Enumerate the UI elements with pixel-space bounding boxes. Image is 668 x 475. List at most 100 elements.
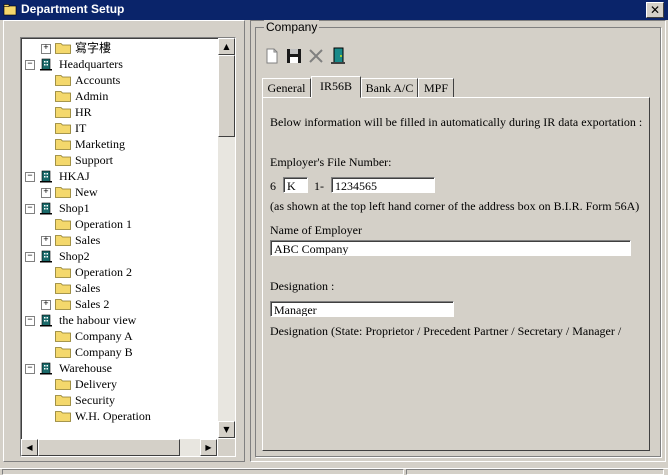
tree-item[interactable]: + New <box>21 184 217 200</box>
window-title: Department Setup <box>21 2 125 16</box>
tree-item[interactable]: + 寫字樓 <box>21 40 217 56</box>
designation-label: Designation : <box>270 279 335 293</box>
tree-item-label: Marketing <box>75 137 125 151</box>
folder-icon <box>55 299 71 310</box>
tree-item-label: Operation 2 <box>75 265 132 279</box>
tree-item[interactable]: Operation 2 <box>21 264 217 280</box>
tab-bank-ac[interactable]: Bank A/C <box>361 78 418 98</box>
tree-item-label: HKAJ <box>59 169 90 183</box>
tree-item[interactable]: − the habour view <box>21 312 217 328</box>
tree-item-label: Security <box>75 393 115 407</box>
scroll-down-button[interactable]: ▼ <box>218 421 235 438</box>
tree-item[interactable]: Sales <box>21 280 217 296</box>
expand-icon[interactable]: + <box>41 300 51 310</box>
status-segment-right <box>406 469 664 475</box>
save-icon[interactable] <box>284 46 304 66</box>
tree-item[interactable]: IT <box>21 120 217 136</box>
ir56b-page: Below information will be filled in auto… <box>262 97 650 451</box>
tree-item[interactable]: Admin <box>21 88 217 104</box>
scroll-up-button[interactable]: ▲ <box>218 38 235 55</box>
tree-item[interactable]: Security <box>21 392 217 408</box>
tree-item-label: Sales 2 <box>75 297 110 311</box>
expand-icon[interactable]: + <box>41 236 51 246</box>
tree-item[interactable]: Operation 1 <box>21 216 217 232</box>
folder-icon <box>55 411 71 422</box>
tree-item[interactable]: − Warehouse <box>21 360 217 376</box>
tree-item-label: Company A <box>75 329 133 343</box>
tab-ir56b[interactable]: IR56B <box>311 76 361 98</box>
building-icon <box>40 250 52 263</box>
tree-item[interactable]: Accounts <box>21 72 217 88</box>
tree-item[interactable]: Delivery <box>21 376 217 392</box>
tree-item-label: W.H. Operation <box>75 409 151 423</box>
folder-icon <box>55 379 71 390</box>
tree-item-label: Company B <box>75 345 133 359</box>
employer-name-label: Name of Employer <box>270 223 362 237</box>
company-panel: Company General IR56B Bank A/C MPF Below… <box>250 20 666 462</box>
expand-icon[interactable]: + <box>41 44 51 54</box>
tree-item-label: Shop1 <box>59 201 90 215</box>
tree-item[interactable]: − HKAJ <box>21 168 217 184</box>
tree-item[interactable]: − Shop2 <box>21 248 217 264</box>
file-number-note: (as shown at the top left hand corner of… <box>270 199 640 213</box>
scroll-left-button[interactable]: ◀ <box>21 439 38 456</box>
folder-icon <box>55 75 71 86</box>
collapse-icon[interactable]: − <box>25 316 35 326</box>
horizontal-scroll-thumb[interactable] <box>38 439 180 456</box>
tree-item[interactable]: W.H. Operation <box>21 408 217 424</box>
delete-icon[interactable] <box>306 46 326 66</box>
scroll-corner <box>218 439 235 456</box>
new-document-icon[interactable] <box>262 46 282 66</box>
tab-mpf[interactable]: MPF <box>418 78 454 98</box>
folder-icon <box>55 91 71 102</box>
folder-icon <box>55 219 71 230</box>
file-number-label: Employer's File Number: <box>270 155 392 169</box>
vertical-scroll-thumb[interactable] <box>218 55 235 137</box>
tree-item[interactable]: + Sales <box>21 232 217 248</box>
tree-item[interactable]: Marketing <box>21 136 217 152</box>
app-icon <box>3 4 17 16</box>
collapse-icon[interactable]: − <box>25 252 35 262</box>
tree-item[interactable]: − Shop1 <box>21 200 217 216</box>
tree-item[interactable]: HR <box>21 104 217 120</box>
folder-icon <box>55 331 71 342</box>
tree-item-label: 寫字樓 <box>75 41 112 55</box>
exit-door-icon[interactable] <box>328 46 348 66</box>
tree-item[interactable]: Company A <box>21 328 217 344</box>
tree-item-label: the habour view <box>59 313 137 327</box>
tree-item[interactable]: Company B <box>21 344 217 360</box>
tree-item[interactable]: + Sales 2 <box>21 296 217 312</box>
horizontal-scrollbar[interactable]: ◀ ▶ <box>21 439 217 456</box>
scroll-right-button[interactable]: ▶ <box>200 439 217 456</box>
designation-input[interactable]: Manager <box>270 301 454 317</box>
collapse-icon[interactable]: − <box>25 364 35 374</box>
expand-icon[interactable]: + <box>41 188 51 198</box>
collapse-icon[interactable]: − <box>25 60 35 70</box>
tree-item-label: Sales <box>75 281 101 295</box>
close-button[interactable]: ✕ <box>646 2 664 18</box>
collapse-icon[interactable]: − <box>25 172 35 182</box>
tree-item[interactable]: − Headquarters <box>21 56 217 72</box>
folder-icon <box>55 139 71 150</box>
file-code-input[interactable]: K <box>283 177 308 193</box>
tree-item-label: IT <box>75 121 87 135</box>
folder-icon <box>55 107 71 118</box>
file-number-input[interactable]: 1234565 <box>331 177 435 193</box>
company-group: Company General IR56B Bank A/C MPF Below… <box>255 20 661 457</box>
collapse-icon[interactable]: − <box>25 204 35 214</box>
building-icon <box>40 362 52 375</box>
employer-name-input[interactable]: ABC Company <box>270 240 631 256</box>
intro-text: Below information will be filled in auto… <box>270 115 643 129</box>
tree-item-label: HR <box>75 105 92 119</box>
tree-item-label: Admin <box>75 89 109 103</box>
building-icon <box>40 170 52 183</box>
building-icon <box>40 58 52 71</box>
tab-general[interactable]: General <box>262 78 311 98</box>
folder-icon <box>55 235 71 246</box>
department-tree[interactable]: + 寫字樓 − Headquarters Accounts Admin HR IT Market… <box>20 37 236 457</box>
tree-item-label: Warehouse <box>59 361 113 375</box>
tree-panel: + 寫字樓 − Headquarters Accounts Admin HR IT Market… <box>3 20 245 462</box>
vertical-scrollbar[interactable]: ▲ ▼ <box>218 38 235 438</box>
file-prefix: 6 <box>270 179 276 193</box>
tree-item[interactable]: Support <box>21 152 217 168</box>
